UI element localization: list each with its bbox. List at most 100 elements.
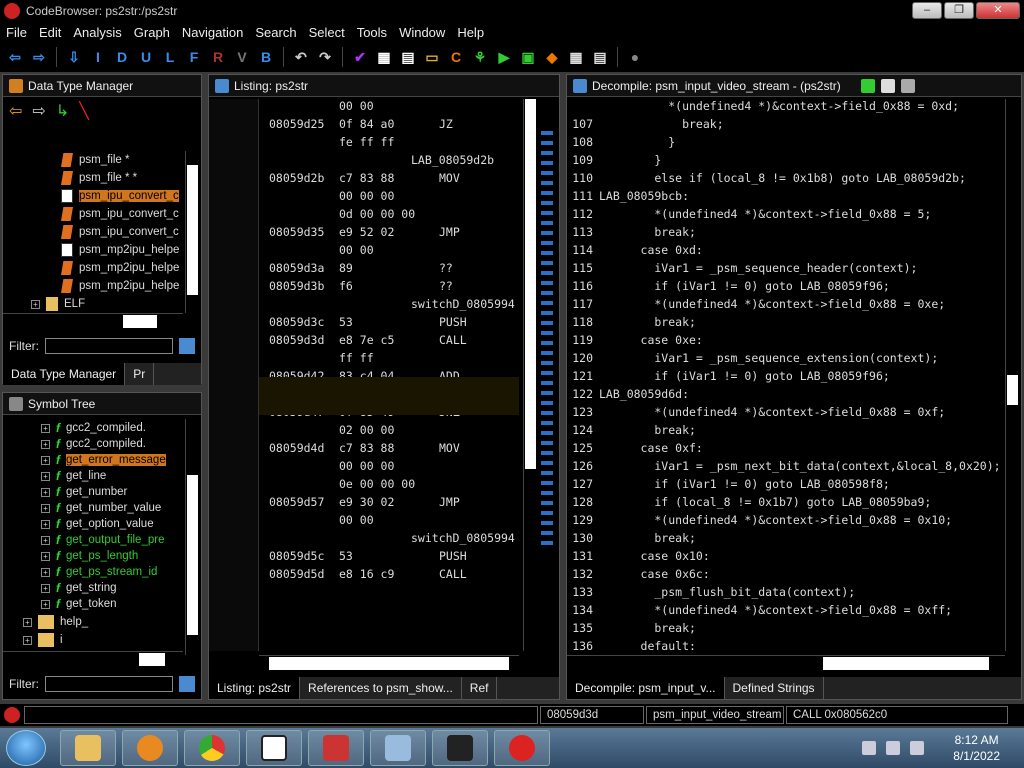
tab-decompile[interactable]: Decompile: psm_input_v... (567, 677, 725, 699)
code-line[interactable]: 122 LAB_08059d6d: (567, 387, 689, 405)
clock[interactable]: 8:12 AM 8/1/2022 (953, 732, 1000, 764)
start-button[interactable] (6, 730, 46, 766)
filter-options-icon[interactable] (179, 338, 195, 354)
code-line[interactable]: 111 LAB_08059bcb: (567, 189, 689, 207)
nav-undefined-button[interactable]: U (137, 48, 155, 66)
horizontal-scrollbar[interactable] (3, 313, 183, 329)
strings-icon[interactable]: ▤ (591, 48, 609, 66)
list-item[interactable]: + i (23, 631, 63, 649)
vertical-scrollbar[interactable] (185, 151, 199, 313)
code-line[interactable]: 123 *(undefined4 *)&context->field_0x88 … (567, 405, 945, 423)
vertical-scrollbar[interactable] (185, 419, 199, 655)
code-line[interactable]: 119 case 0xe: (567, 333, 703, 351)
listing-line[interactable]: 00 00 00 (269, 189, 439, 207)
terminal-taskbar-button[interactable] (432, 730, 488, 766)
nav-label-button[interactable]: L (161, 48, 179, 66)
expand-icon[interactable]: + (31, 299, 40, 309)
volume-icon[interactable] (910, 741, 924, 755)
listing-line[interactable]: 0e 00 00 00 (269, 477, 439, 495)
back-arrow-icon[interactable]: ⇦ (9, 101, 22, 121)
back-arrow-icon[interactable]: ⇦ (6, 48, 24, 66)
script-icon[interactable]: ▣ (519, 48, 537, 66)
vertical-scrollbar[interactable] (1005, 99, 1019, 651)
nav-ref-button[interactable]: R (209, 48, 227, 66)
menu-window[interactable]: Window (393, 25, 451, 40)
listing-line[interactable]: 08059d25 0f 84 a0 JZ (269, 117, 453, 135)
menu-graph[interactable]: Graph (128, 25, 176, 40)
listing-line[interactable]: 00 00 00 (269, 459, 439, 477)
code-line[interactable]: 107 break; (567, 117, 723, 135)
undo-icon[interactable]: ↶ (292, 48, 310, 66)
tab-data-type-manager[interactable]: Data Type Manager (3, 363, 126, 385)
listing-line[interactable]: 08059d5d e8 16 c9 CALL (269, 567, 467, 585)
listing-line[interactable]: fe ff ff (269, 135, 439, 153)
menu-select[interactable]: Select (303, 25, 351, 40)
tab-references[interactable]: References to psm_show... (300, 677, 462, 699)
filter-input[interactable] (45, 338, 173, 354)
code-line[interactable]: 113 break; (567, 225, 696, 243)
code-line[interactable]: 134 *(undefined4 *)&context->field_0x88 … (567, 603, 952, 621)
list-item[interactable]: psm_mp2ipu_helpe (61, 259, 179, 277)
menu-analysis[interactable]: Analysis (67, 25, 127, 40)
diamond-icon[interactable]: ◆ (543, 48, 561, 66)
help-icon[interactable]: ● (626, 48, 644, 66)
listing-line[interactable]: ff ff (269, 351, 439, 369)
list-item[interactable]: psm_mp2ipu_helpe (61, 241, 179, 259)
listing-line[interactable]: 00 00 (269, 513, 439, 531)
code-line[interactable]: 136 default: (567, 639, 696, 651)
listing-line[interactable]: switchD_0805994 (269, 531, 515, 549)
list-item[interactable]: psm_ipu_convert_c (61, 187, 179, 205)
code-line[interactable]: 129 *(undefined4 *)&context->field_0x88 … (567, 513, 952, 531)
code-line[interactable]: 125 case 0xf: (567, 441, 703, 459)
table-icon[interactable]: ▦ (567, 48, 585, 66)
code-line[interactable]: 126 iVar1 = _psm_next_bit_data(context,&… (567, 459, 1000, 477)
code-line[interactable]: 112 *(undefined4 *)&context->field_0x88 … (567, 207, 931, 225)
code-line[interactable]: 114 case 0xd: (567, 243, 703, 261)
check-icon[interactable]: ✔ (351, 48, 369, 66)
vertical-scrollbar[interactable] (523, 99, 537, 651)
menu-edit[interactable]: Edit (33, 25, 67, 40)
edit-icon[interactable] (900, 78, 915, 93)
tab-program-trees[interactable]: Pr (125, 363, 155, 385)
ghidra-taskbar-button[interactable] (494, 730, 550, 766)
down-arrow-icon[interactable]: ⇩ (65, 48, 83, 66)
code-line[interactable]: 109 } (567, 153, 661, 171)
media-player-taskbar-button[interactable] (122, 730, 178, 766)
menu-tools[interactable]: Tools (351, 25, 393, 40)
tab-ref[interactable]: Ref (462, 677, 498, 699)
flag-icon[interactable] (886, 741, 900, 755)
tab-defined-strings[interactable]: Defined Strings (725, 677, 824, 699)
forward-arrow-icon[interactable]: ⇨ (32, 101, 45, 121)
7zip-taskbar-button[interactable] (246, 730, 302, 766)
listing-line[interactable]: switchD_0805994 (269, 297, 515, 315)
nav-instruction-button[interactable]: I (89, 48, 107, 66)
listing-line[interactable]: 08059d3c 53 PUSH (269, 315, 467, 333)
nav-function-button[interactable]: F (185, 48, 203, 66)
copy-icon[interactable] (880, 78, 895, 93)
code-line[interactable]: 120 iVar1 = _psm_sequence_extension(cont… (567, 351, 938, 369)
listing-line[interactable]: 08059d5c 53 PUSH (269, 549, 467, 567)
horizontal-scrollbar[interactable] (259, 655, 519, 671)
list-item[interactable]: psm_file * (61, 151, 130, 169)
menu-search[interactable]: Search (249, 25, 302, 40)
explorer-taskbar-button[interactable] (60, 730, 116, 766)
notepad-taskbar-button[interactable] (370, 730, 426, 766)
tab-listing[interactable]: Listing: ps2str (209, 677, 301, 699)
code-line[interactable]: 127 if (iVar1 != 0) goto LAB_080598f8; (567, 477, 890, 495)
code-line[interactable]: 124 break; (567, 423, 696, 441)
decompiler-icon[interactable]: C (447, 48, 465, 66)
list-item[interactable]: + f get_token (41, 595, 117, 613)
listing-line[interactable]: 08059d4d c7 83 88 MOV (269, 441, 460, 459)
listing-line[interactable]: 02 00 00 (269, 423, 439, 441)
listing-line[interactable]: 08059d57 e9 30 02 JMP (269, 495, 460, 513)
delete-icon[interactable]: ╲ (79, 101, 89, 121)
app-taskbar-button[interactable] (308, 730, 364, 766)
graph-icon[interactable]: ⚘ (471, 48, 489, 66)
code-line[interactable]: 110 else if (local_8 != 0x1b8) goto LAB_… (567, 171, 966, 189)
code-line[interactable]: 130 break; (567, 531, 696, 549)
list-item[interactable]: psm_ipu_convert_c (61, 223, 179, 241)
maximize-button[interactable]: ❐ (944, 2, 974, 19)
list-item[interactable]: psm_ipu_convert_c (61, 205, 179, 223)
refresh-icon[interactable] (860, 78, 875, 93)
code-line[interactable]: 135 break; (567, 621, 696, 639)
